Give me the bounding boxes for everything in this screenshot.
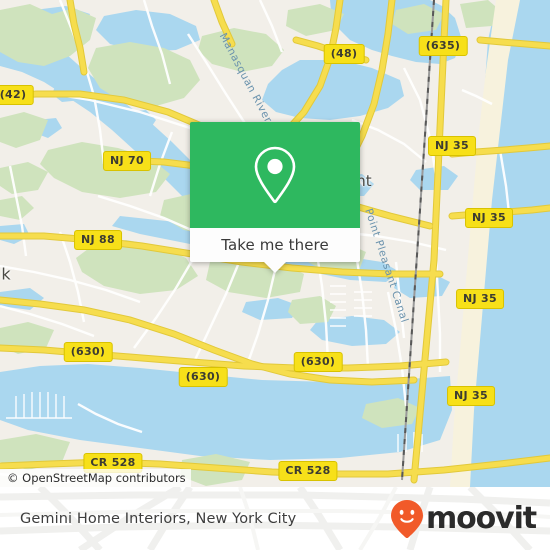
moovit-pin-smiley-icon <box>390 499 423 538</box>
moovit-map-screenshot: Manasquan River Point Pleasant Canal k n… <box>0 0 550 550</box>
moovit-logo[interactable]: moovit <box>390 499 537 539</box>
road-shield: (630) <box>178 367 228 387</box>
road-shield: (635) <box>418 36 468 56</box>
place-label-partial-left: k <box>1 264 11 284</box>
road-shield: NJ 70 <box>103 151 151 171</box>
take-me-there-label: Take me there <box>221 236 329 254</box>
road-shield: (42) <box>0 85 34 105</box>
location-callout-card[interactable]: Take me there <box>190 122 360 273</box>
road-shield: NJ 35 <box>465 208 513 228</box>
footer-content-row: Gemini Home Interiors, New York City moo… <box>0 487 550 550</box>
footer-bar: Gemini Home Interiors, New York City moo… <box>0 487 550 550</box>
callout-header <box>190 122 360 228</box>
callout-tail-pointer <box>264 262 286 273</box>
road-shield: NJ 88 <box>74 230 122 250</box>
road-shield: NJ 35 <box>428 136 476 156</box>
osm-attribution[interactable]: © OpenStreetMap contributors <box>0 469 191 487</box>
road-shield: (630) <box>293 352 343 372</box>
callout-footer[interactable]: Take me there <box>190 228 360 273</box>
map-pin-icon <box>254 146 296 204</box>
road-shield: NJ 35 <box>447 386 495 406</box>
road-shield: NJ 35 <box>456 289 504 309</box>
moovit-wordmark: moovit <box>425 500 537 536</box>
road-shield: (48) <box>323 44 365 64</box>
location-title: Gemini Home Interiors, New York City <box>20 510 297 527</box>
road-shield: (630) <box>63 342 113 362</box>
map-canvas[interactable]: Manasquan River Point Pleasant Canal k n… <box>0 0 550 487</box>
road-shield: CR 528 <box>278 461 338 481</box>
